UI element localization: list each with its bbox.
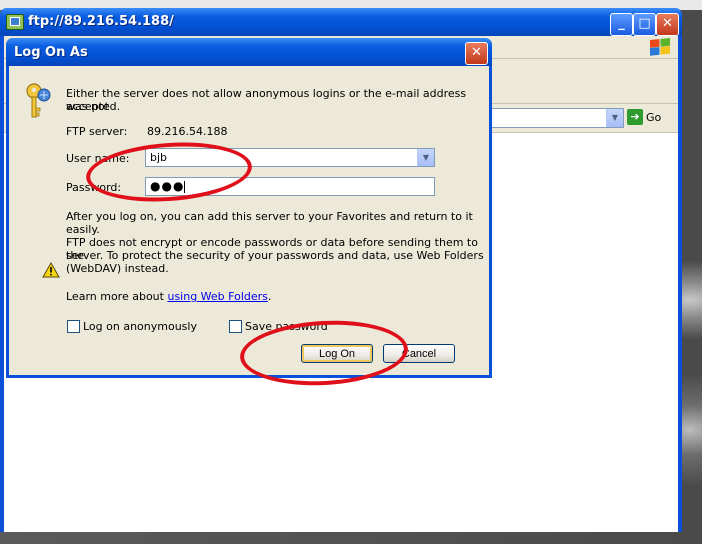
explorer-title-bar[interactable]: ftp://89.216.54.188/ _ □ ✕ <box>0 8 682 36</box>
anonymous-label[interactable]: Log on anonymously <box>83 320 197 333</box>
dialog-close-button[interactable]: ✕ <box>465 42 488 65</box>
go-label: Go <box>646 110 662 124</box>
chevron-down-icon[interactable]: ▼ <box>417 149 434 166</box>
dialog-title: Log On As <box>14 45 88 60</box>
intro-text-line2: accepted. <box>66 100 121 113</box>
ftp-server-value: 89.216.54.188 <box>147 125 228 138</box>
taskbar-edge <box>0 536 702 544</box>
explorer-title: ftp://89.216.54.188/ <box>28 14 174 29</box>
close-button[interactable]: ✕ <box>656 13 679 36</box>
ftp-server-label: FTP server: <box>66 125 128 138</box>
learn-more-text: Learn more about using Web Folders. <box>66 290 272 303</box>
dialog-title-bar[interactable]: Log On As ✕ <box>6 38 492 66</box>
intro-text-line1: Either the server does not allow anonymo… <box>66 87 467 113</box>
web-folders-link[interactable]: using Web Folders <box>167 290 267 303</box>
anonymous-checkbox[interactable] <box>67 320 80 333</box>
go-arrow-icon: ➔ <box>627 109 643 125</box>
warning-text-line3: (WebDAV) instead. <box>66 262 169 275</box>
dialog-body: Either the server does not allow anonymo… <box>9 66 489 375</box>
warning-text-line2: server. To protect the security of your … <box>66 249 484 262</box>
key-icon <box>26 83 51 118</box>
save-password-checkbox[interactable] <box>229 320 242 333</box>
log-on-as-dialog: Log On As ✕ Either the server does not a… <box>6 38 492 378</box>
windows-logo-icon <box>650 37 670 57</box>
combo-arrow-icon[interactable]: ▼ <box>606 109 623 127</box>
warning-icon <box>42 262 60 278</box>
maximize-button[interactable]: □ <box>633 13 656 36</box>
minimize-button[interactable]: _ <box>610 13 633 36</box>
go-button[interactable]: ➔ Go <box>627 109 661 127</box>
ftp-folder-icon <box>6 14 24 30</box>
favorites-note: After you log on, you can add this serve… <box>66 210 473 236</box>
